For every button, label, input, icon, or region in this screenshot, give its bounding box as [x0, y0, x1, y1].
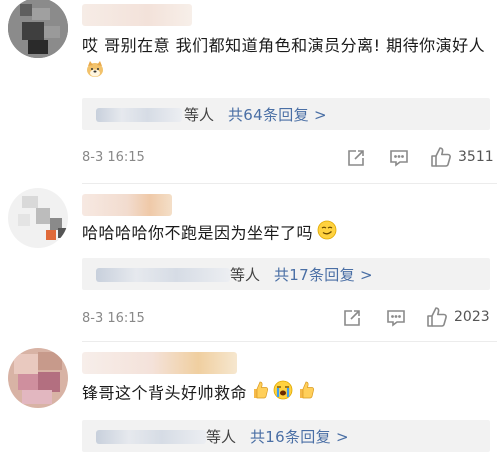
comment-text: 锋哥这个背头好帅救命 — [82, 380, 487, 408]
comment-icon — [387, 310, 405, 327]
crying-face-icon — [273, 380, 293, 408]
reply-usernames — [96, 268, 230, 282]
username[interactable] — [82, 4, 192, 26]
reply-preview[interactable]: 等人 共16条回复 > — [82, 420, 490, 452]
reply-who: 等人 — [230, 266, 261, 284]
like-button[interactable]: 3511 — [430, 146, 494, 168]
comment-text: 哎 哥别在意 我们都知道角色和演员分离! 期待你演好人 — [82, 33, 487, 86]
view-replies-link[interactable]: 共16条回复 > — [250, 426, 349, 447]
avatar[interactable] — [8, 348, 68, 408]
thumbs-up-icon — [427, 307, 447, 327]
comment-body: 锋哥这个背头好帅救命 — [82, 383, 248, 403]
avatar[interactable] — [8, 188, 68, 248]
username[interactable] — [82, 352, 237, 374]
username[interactable] — [82, 194, 172, 216]
comment-button[interactable] — [386, 308, 406, 328]
comment-icon — [390, 150, 408, 167]
smirk-face-icon — [317, 220, 337, 248]
like-button[interactable]: 2023 — [426, 306, 490, 328]
thumbs-up-emoji-icon — [251, 380, 269, 408]
share-icon — [348, 150, 364, 166]
timestamp: 8-3 16:15 — [82, 311, 145, 326]
share-button[interactable] — [342, 308, 362, 328]
like-count: 3511 — [458, 149, 494, 165]
thumbs-up-emoji-icon — [297, 380, 315, 408]
share-button[interactable] — [346, 148, 366, 168]
timestamp: 8-3 16:15 — [82, 150, 145, 165]
reply-preview[interactable]: 等人 共17条回复 > — [82, 258, 490, 290]
thumbs-up-icon — [431, 147, 451, 167]
comment-body: 哎 哥别在意 我们都知道角色和演员分离! 期待你演好人 — [82, 36, 486, 55]
divider — [82, 183, 497, 184]
reply-usernames — [96, 430, 206, 444]
divider — [82, 341, 497, 342]
view-replies-link[interactable]: 共64条回复 > — [228, 104, 327, 125]
avatar[interactable] — [8, 0, 68, 58]
reply-who: 等人 — [184, 106, 215, 124]
comment-text: 哈哈哈哈你不跑是因为坐牢了吗 — [82, 220, 487, 248]
reply-preview[interactable]: 等人 共64条回复 > — [82, 98, 490, 130]
doge-face-icon — [86, 60, 104, 86]
view-replies-link[interactable]: 共17条回复 > — [274, 264, 373, 285]
like-count: 2023 — [454, 309, 490, 325]
reply-usernames — [96, 108, 182, 122]
comment-body: 哈哈哈哈你不跑是因为坐牢了吗 — [82, 223, 314, 243]
share-icon — [344, 310, 360, 326]
comment-button[interactable] — [389, 148, 409, 168]
reply-who: 等人 — [206, 428, 237, 446]
